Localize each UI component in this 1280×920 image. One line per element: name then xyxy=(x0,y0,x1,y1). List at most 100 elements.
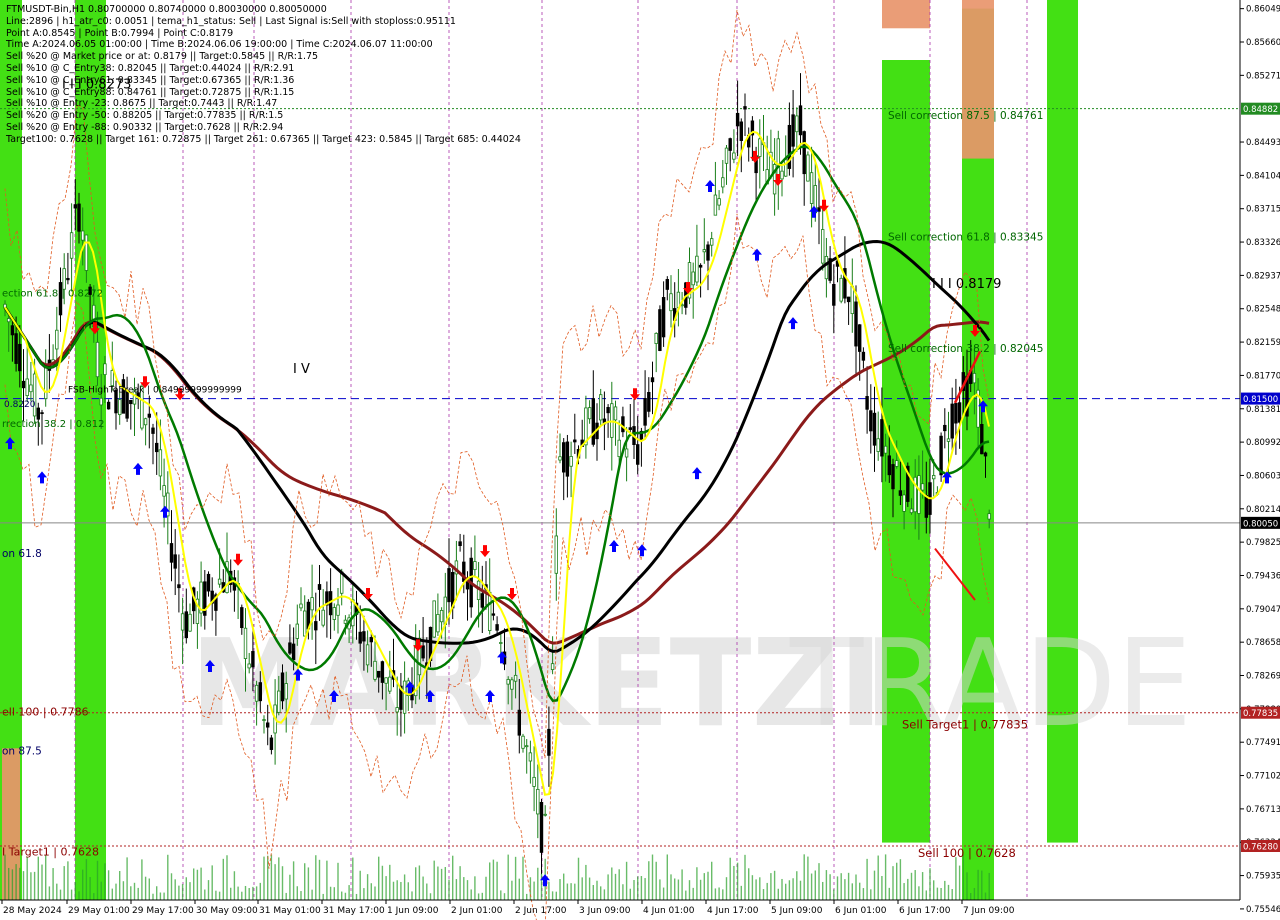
candle-body xyxy=(336,604,340,616)
time-tick-label: 29 May 17:00 xyxy=(132,906,194,916)
price-tick-label: 0.79047 xyxy=(1246,605,1280,615)
chart-annotation-label: 0.8220 xyxy=(4,400,36,410)
chart-annotation-label: Sell Target1 | 0.77835 xyxy=(902,718,1028,732)
candle-body xyxy=(147,413,151,418)
candle-body xyxy=(562,442,566,473)
candle-body xyxy=(780,170,784,180)
price-tick-label: 0.86049 xyxy=(1246,5,1280,15)
candle-body xyxy=(920,483,925,491)
candle-body xyxy=(624,448,629,458)
candle-body xyxy=(332,607,336,620)
info-line: Sell %20 @ Market price or at: 0.8179 ||… xyxy=(6,51,319,63)
price-tick-label: 0.82548 xyxy=(1246,305,1280,315)
candle-body xyxy=(206,573,211,592)
candle-body xyxy=(299,603,303,609)
candle-body xyxy=(295,623,299,639)
candle-body xyxy=(99,397,103,406)
price-tick-label: 0.83715 xyxy=(1246,205,1280,215)
info-line: Sell %20 @ Entry -88: 0.90332 || Target:… xyxy=(6,121,284,133)
candle-body xyxy=(525,745,529,748)
candle-body xyxy=(14,333,18,364)
candle-body xyxy=(865,396,869,410)
candle-body xyxy=(943,424,947,432)
candle-body xyxy=(436,614,440,633)
info-line: Sell %20 @ Entry -50: 0.88205 || Target:… xyxy=(6,110,284,122)
candle-body xyxy=(898,490,903,496)
chart-annotation-label: Sell 100 | 0.7628 xyxy=(918,846,1016,860)
candle-body xyxy=(143,418,148,426)
candle-body xyxy=(869,410,873,432)
candle-body xyxy=(173,554,177,569)
candle-body xyxy=(724,147,729,164)
candle-body xyxy=(44,365,48,400)
candle-body xyxy=(983,452,988,457)
chart-annotation-label: Sell correction 87.5 | 0.84761 xyxy=(888,110,1043,122)
time-tick-label: 31 May 17:00 xyxy=(323,906,385,916)
candle-body xyxy=(291,643,296,661)
candle-body xyxy=(732,152,736,160)
candle-body xyxy=(110,370,114,387)
time-tick-label: 2 Jun 01:00 xyxy=(451,906,503,916)
time-tick-label: 2 Jun 17:00 xyxy=(515,906,567,916)
info-line: Line:2896 | h1_atr_c0: 0.0051 | tema_h1_… xyxy=(6,15,456,27)
candle-body xyxy=(388,676,392,692)
price-badge-label: 0.77835 xyxy=(1243,709,1278,719)
candle-body xyxy=(536,788,540,815)
info-line: FTMUSDT-Bin,H1 0.80700000 0.80740000 0.8… xyxy=(6,4,327,15)
candle-body xyxy=(84,234,89,271)
time-tick-label: 30 May 09:00 xyxy=(196,906,258,916)
candle-body xyxy=(702,249,706,253)
candle-body xyxy=(36,407,40,420)
price-tick-label: 0.82937 xyxy=(1246,271,1280,281)
watermark-text: TRADE xyxy=(789,615,1192,754)
candle-body xyxy=(447,568,451,603)
candle-body xyxy=(872,412,877,446)
candle-body xyxy=(539,801,544,853)
candle-body xyxy=(506,679,510,685)
candle-body xyxy=(547,728,551,756)
candle-body xyxy=(7,318,11,323)
candle-body xyxy=(902,494,906,512)
candle-body xyxy=(373,660,377,680)
candle-body xyxy=(569,456,573,467)
time-tick-label: 6 Jun 17:00 xyxy=(899,906,951,916)
price-tick-label: 0.84104 xyxy=(1246,171,1280,181)
candle-body xyxy=(599,394,603,421)
chart-annotation-label: on 87.5 xyxy=(2,745,42,757)
candle-body xyxy=(284,683,288,700)
candle-body xyxy=(791,114,795,147)
candle-body xyxy=(876,438,880,452)
candle-body xyxy=(891,464,895,490)
candle-body xyxy=(77,203,81,232)
candle-body xyxy=(621,416,625,433)
candle-body xyxy=(698,264,703,268)
price-tick-label: 0.81770 xyxy=(1246,371,1280,381)
candle-body xyxy=(473,561,477,570)
candle-body xyxy=(395,707,399,713)
chart-annotation-label: ell 100 | 0.7786 xyxy=(2,706,89,719)
candle-body xyxy=(517,709,521,736)
candle-body xyxy=(25,378,29,396)
candle-body xyxy=(362,631,366,642)
candle-body xyxy=(151,427,155,434)
time-tick-label: 28 May 2024 xyxy=(3,906,62,916)
candle-body xyxy=(628,427,632,430)
candle-body xyxy=(883,445,888,454)
candle-body xyxy=(317,584,322,590)
candle-body xyxy=(543,813,547,816)
candle-body xyxy=(243,627,248,659)
candle-body xyxy=(861,351,866,361)
price-tick-label: 0.79436 xyxy=(1246,571,1280,581)
time-tick-label: 1 Jun 09:00 xyxy=(387,906,439,916)
candle-body xyxy=(558,456,562,461)
candle-body xyxy=(439,610,444,623)
time-tick-label: 6 Jun 01:00 xyxy=(835,906,887,916)
candle-body xyxy=(721,177,725,188)
candle-body xyxy=(606,407,610,414)
candle-body xyxy=(129,399,133,405)
candle-body xyxy=(180,613,185,631)
candle-body xyxy=(365,644,370,666)
candle-body xyxy=(262,719,266,721)
candle-body xyxy=(495,624,499,631)
candle-body xyxy=(421,645,425,659)
